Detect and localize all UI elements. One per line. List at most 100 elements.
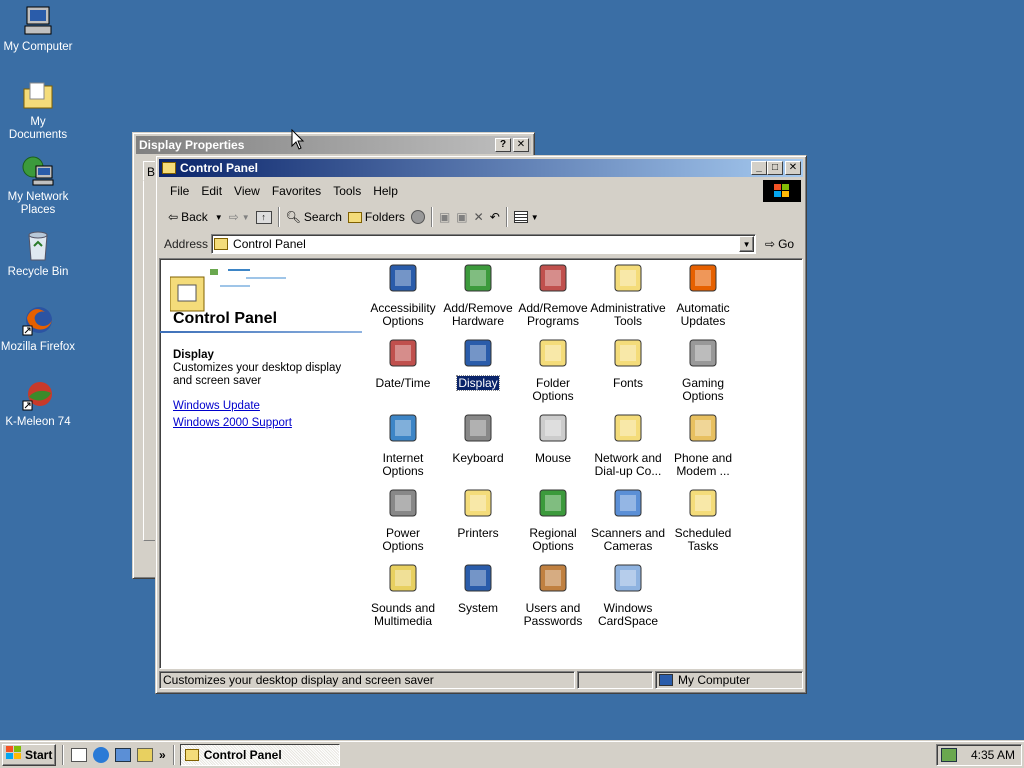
cp-item-add-remove-programs[interactable]: Add/Remove Programs bbox=[515, 261, 591, 328]
up-folder-button[interactable]: ↑ bbox=[253, 206, 275, 228]
cp-item-network-and-dial-up-co[interactable]: Network and Dial-up Co... bbox=[590, 411, 666, 478]
cp-item-date-time[interactable]: Date/Time bbox=[365, 336, 441, 390]
cp-item-scheduled-tasks[interactable]: Scheduled Tasks bbox=[665, 486, 741, 553]
cp-item-users-and-passwords[interactable]: Users and Passwords bbox=[515, 561, 591, 628]
control-panel-titlebar[interactable]: Control Panel _ □ ✕ bbox=[159, 159, 803, 177]
desktop-icon-my-computer[interactable]: My Computer bbox=[0, 4, 76, 54]
cp-item-system[interactable]: System bbox=[440, 561, 516, 615]
windows-2000-support-link[interactable]: Windows 2000 Support bbox=[173, 417, 292, 429]
zone-label: My Computer bbox=[678, 673, 751, 687]
printer-folder-icon bbox=[461, 486, 495, 520]
forward-arrow-icon: ⇨ bbox=[228, 210, 239, 224]
address-field[interactable]: Control Panel ▼ bbox=[211, 234, 757, 254]
cp-item-printers[interactable]: Printers bbox=[440, 486, 516, 540]
dropdown-arrow-icon[interactable]: ▼ bbox=[242, 213, 250, 222]
menu-edit[interactable]: Edit bbox=[195, 184, 228, 198]
start-button[interactable]: Start bbox=[2, 743, 56, 766]
cp-item-label: Folder Options bbox=[532, 376, 574, 403]
cp-item-power-options[interactable]: Power Options bbox=[365, 486, 441, 553]
go-label: Go bbox=[778, 237, 795, 251]
copy-to-button[interactable]: ▣ bbox=[453, 206, 470, 228]
minimize-button[interactable]: _ bbox=[751, 161, 767, 175]
status-text: Customizes your desktop display and scre… bbox=[159, 671, 575, 689]
control-panel-window[interactable]: Control Panel _ □ ✕ File Edit View Favor… bbox=[155, 155, 807, 694]
back-arrow-icon: ⇦ bbox=[168, 210, 179, 224]
cardspace-icon bbox=[611, 561, 645, 595]
address-label: Address bbox=[164, 237, 209, 251]
cp-item-add-remove-hardware[interactable]: Add/Remove Hardware bbox=[440, 261, 516, 328]
desktop-icon-network[interactable]: My Network Places bbox=[0, 154, 76, 217]
views-button[interactable]: ▼ bbox=[511, 206, 542, 228]
forward-button[interactable]: ⇨ ▼ bbox=[226, 206, 253, 228]
menu-tools[interactable]: Tools bbox=[327, 184, 367, 198]
my-computer-small-icon bbox=[659, 674, 673, 686]
cp-item-sounds-and-multimedia[interactable]: Sounds and Multimedia bbox=[365, 561, 441, 628]
cp-item-windows-cardspace[interactable]: Windows CardSpace bbox=[590, 561, 666, 628]
menu-favorites[interactable]: Favorites bbox=[266, 184, 327, 198]
menu-view[interactable]: View bbox=[228, 184, 266, 198]
cp-item-fonts[interactable]: Fonts bbox=[590, 336, 666, 390]
cp-item-regional-options[interactable]: Regional Options bbox=[515, 486, 591, 553]
quicklaunch-more[interactable]: » bbox=[159, 748, 166, 762]
outlook-express-icon[interactable] bbox=[115, 747, 131, 762]
cp-item-label: Keyboard bbox=[452, 451, 504, 465]
computer-icon bbox=[21, 4, 55, 38]
cp-item-label: Add/Remove Programs bbox=[518, 301, 588, 328]
clock-icon bbox=[386, 336, 420, 370]
dropdown-arrow-icon[interactable]: ▼ bbox=[531, 213, 539, 222]
cp-item-display[interactable]: Display bbox=[440, 336, 516, 391]
history-button[interactable] bbox=[408, 206, 428, 228]
system-computer-icon bbox=[461, 561, 495, 595]
dropdown-arrow-icon[interactable]: ▼ bbox=[215, 213, 223, 222]
task-button-control-panel[interactable]: Control Panel bbox=[179, 743, 340, 766]
menu-file[interactable]: File bbox=[164, 184, 195, 198]
desktop-icon-recycle-bin[interactable]: Recycle Bin bbox=[0, 229, 76, 279]
network-tray-icon[interactable] bbox=[941, 747, 957, 762]
keyboard-icon bbox=[461, 411, 495, 445]
help-button[interactable]: ? bbox=[495, 138, 511, 152]
close-button[interactable]: ✕ bbox=[785, 161, 801, 175]
cp-item-phone-and-modem[interactable]: Phone and Modem ... bbox=[665, 411, 741, 478]
clock[interactable]: 4:35 AM bbox=[971, 748, 1015, 762]
status-zone: My Computer bbox=[655, 671, 803, 689]
delete-button[interactable]: ✕ bbox=[471, 206, 487, 228]
cp-item-automatic-updates[interactable]: Automatic Updates bbox=[665, 261, 741, 328]
windows-logo-icon bbox=[763, 180, 801, 202]
address-bar: Address Control Panel ▼ ⇨ Go bbox=[159, 232, 803, 256]
search-button[interactable]: 🔍︎ Search bbox=[283, 206, 345, 228]
undo-button[interactable]: ↶ bbox=[487, 206, 503, 228]
folder-view[interactable]: Control Panel Display Customizes your de… bbox=[159, 258, 803, 669]
desktop-icon-label: My Network Places bbox=[7, 191, 69, 216]
cp-item-administrative-tools[interactable]: Administrative Tools bbox=[590, 261, 666, 328]
windows-update-link[interactable]: Windows Update bbox=[173, 400, 260, 412]
media-player-icon[interactable] bbox=[137, 747, 153, 762]
taskbar: Start » Control Panel 4:35 AM bbox=[0, 740, 1024, 768]
desktop-icon-firefox[interactable]: Mozilla Firefox bbox=[0, 304, 76, 354]
toolbar-separator bbox=[430, 207, 433, 227]
close-button[interactable]: ✕ bbox=[513, 138, 529, 152]
cp-item-keyboard[interactable]: Keyboard bbox=[440, 411, 516, 465]
accessibility-icon bbox=[386, 261, 420, 295]
cp-item-mouse[interactable]: Mouse bbox=[515, 411, 591, 465]
cp-item-internet-options[interactable]: Internet Options bbox=[365, 411, 441, 478]
menu-help[interactable]: Help bbox=[367, 184, 404, 198]
taskbar-separator bbox=[172, 744, 175, 765]
show-desktop-icon[interactable] bbox=[71, 747, 87, 762]
cp-item-gaming-options[interactable]: Gaming Options bbox=[665, 336, 741, 403]
go-button[interactable]: ⇨ Go bbox=[762, 233, 797, 255]
display-properties-titlebar[interactable]: Display Properties ? ✕ bbox=[136, 136, 531, 154]
folder-icon bbox=[162, 162, 176, 174]
address-dropdown-button[interactable]: ▼ bbox=[739, 236, 755, 252]
internet-explorer-icon[interactable] bbox=[93, 746, 109, 763]
move-to-button[interactable]: ▣ bbox=[436, 206, 453, 228]
folders-button[interactable]: Folders bbox=[345, 206, 408, 228]
cp-item-accessibility-options[interactable]: Accessibility Options bbox=[365, 261, 441, 328]
programs-icon bbox=[536, 261, 570, 295]
back-button[interactable]: ⇦ Back ▼ bbox=[165, 206, 226, 228]
firefox-icon bbox=[21, 304, 55, 338]
desktop-icon-kmeleon[interactable]: K-Meleon 74 bbox=[0, 379, 76, 429]
maximize-button[interactable]: □ bbox=[767, 161, 783, 175]
desktop-icon-my-documents[interactable]: My Documents bbox=[0, 79, 76, 142]
cp-item-scanners-and-cameras[interactable]: Scanners and Cameras bbox=[590, 486, 666, 553]
cp-item-folder-options[interactable]: Folder Options bbox=[515, 336, 591, 403]
